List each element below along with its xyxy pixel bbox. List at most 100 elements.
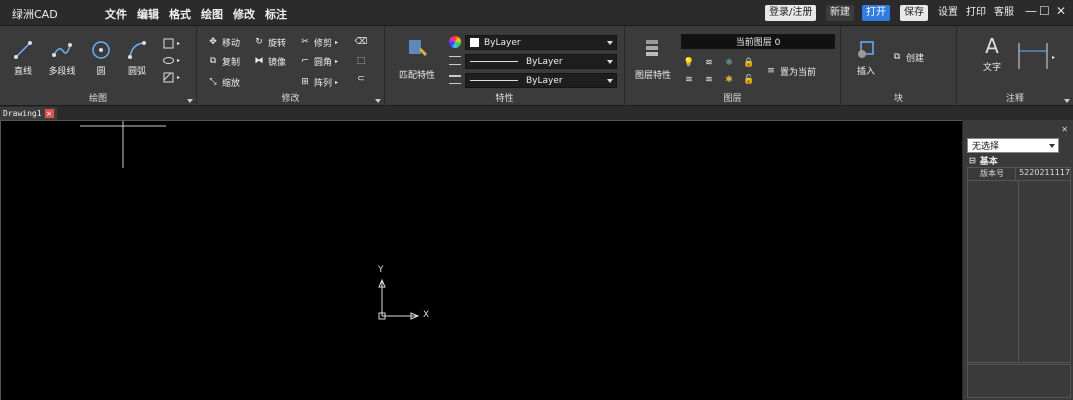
rotate-tool[interactable]: ↻ 旋转 xyxy=(253,35,286,49)
insert-label: 插入 xyxy=(856,67,875,77)
properties-close-icon[interactable]: ✕ xyxy=(1061,125,1068,134)
dimension-tool[interactable]: ▸ xyxy=(1017,42,1055,72)
layer-unlock-icon[interactable]: 🔓 xyxy=(743,73,755,87)
trim-tool[interactable]: ✂ 修剪 ▸ xyxy=(299,35,338,49)
layers-icon xyxy=(633,36,673,60)
layer-match-icon[interactable]: ≋ xyxy=(703,73,715,87)
selection-dropdown[interactable]: 无选择 xyxy=(967,138,1059,153)
move-tool[interactable]: ✥ 移动 xyxy=(207,35,240,49)
color-wheel-icon xyxy=(449,36,461,48)
circle-tool[interactable]: 圆 xyxy=(84,38,118,77)
polyline-icon xyxy=(45,38,79,62)
set-current-layer-button[interactable]: ≡ 置为当前 xyxy=(765,64,816,78)
rectangle-icon xyxy=(162,37,174,49)
layer-walk-icon[interactable]: ≋ xyxy=(683,73,695,87)
collapse-icon[interactable]: ⊟ xyxy=(969,156,976,165)
menu-dimension[interactable]: 标注 xyxy=(260,6,292,22)
arc-tool[interactable]: 圆弧 xyxy=(120,38,154,77)
rectangle-tool[interactable]: ▸ xyxy=(162,36,180,50)
array-tool[interactable]: ⊞ 阵列 ▸ xyxy=(299,75,338,89)
table-row: 版本号 5220211117 xyxy=(968,168,1070,181)
linetype-dropdown[interactable]: ByLayer xyxy=(465,54,617,69)
properties-panel-label: 特性 xyxy=(495,94,514,104)
menu-file[interactable]: 文件 xyxy=(100,6,132,22)
rotate-icon: ↻ xyxy=(255,37,263,47)
block-panel-label: 块 xyxy=(893,94,903,104)
lineweight-preview xyxy=(470,80,518,81)
ucs-icon xyxy=(378,278,420,320)
close-tab-icon[interactable]: ✕ xyxy=(44,109,54,118)
match-properties-icon xyxy=(397,36,437,60)
hatch-tool[interactable]: ▸ xyxy=(162,70,180,84)
circle-label: 圆 xyxy=(96,67,106,77)
description-box xyxy=(967,364,1071,398)
copy-label: 复制 xyxy=(222,57,241,68)
save-button[interactable]: 保存 xyxy=(900,5,928,21)
block-panel: 插入 ⧉ 创建 块 xyxy=(841,26,957,106)
arc-icon xyxy=(120,38,154,62)
copy-tool[interactable]: ⧉ 复制 xyxy=(207,54,240,68)
fillet-label: 圆角 xyxy=(314,57,333,68)
selection-value: 无选择 xyxy=(972,142,1000,152)
support-button[interactable]: 客服 xyxy=(990,5,1018,21)
text-tool[interactable]: A 文字 xyxy=(975,34,1009,73)
ribbon: 直线 多段线 圆 圆弧 ▸ ▸ ▸ 绘图 ✥ 移动 ↻ 旋转 ✂ 修剪 ▸ ⌫ ⧉ 复制 … xyxy=(0,26,1073,106)
layer-lock-icon[interactable]: 🔒 xyxy=(743,56,755,70)
menu-modify[interactable]: 修改 xyxy=(228,6,260,22)
chevron-down-icon xyxy=(607,79,613,83)
x-axis-label: X xyxy=(423,310,430,320)
tab-drawing1[interactable]: Drawing1 ✕ xyxy=(0,107,57,120)
layers-panel-label: 图层 xyxy=(723,94,742,104)
erase-tool[interactable]: ⌫ xyxy=(355,35,368,49)
modify-panel-expand-icon[interactable] xyxy=(375,99,381,103)
color-dropdown[interactable]: ByLayer xyxy=(465,35,617,50)
minimize-icon[interactable]: — xyxy=(1025,4,1037,18)
current-layer-dropdown[interactable]: 当前图层 0 xyxy=(681,34,835,49)
match-properties-tool[interactable]: 匹配特性 xyxy=(397,36,437,81)
drawing-canvas[interactable]: Y X xyxy=(0,120,962,400)
menu-edit[interactable]: 编辑 xyxy=(132,6,164,22)
scale-tool[interactable]: ⤡ 缩放 xyxy=(207,75,240,89)
layer-thaw-icon[interactable]: ✱ xyxy=(723,73,735,87)
dimension-icon xyxy=(1017,41,1049,74)
offset-tool[interactable]: ⊂ xyxy=(355,72,367,86)
properties-panel: 匹配特性 ByLayer ByLayer ByLayer 特性 xyxy=(385,26,625,106)
layer-on-icon[interactable]: 💡 xyxy=(683,56,695,70)
fillet-tool[interactable]: ⌐ 圆角 ▸ xyxy=(299,54,338,68)
chevron-down-icon xyxy=(607,41,613,45)
lineweight-value: ByLayer xyxy=(526,75,563,86)
close-icon[interactable]: ✕ xyxy=(1056,4,1066,18)
polyline-tool[interactable]: 多段线 xyxy=(45,38,79,77)
print-button[interactable]: 打印 xyxy=(962,5,990,21)
document-tab-bar: Drawing1 ✕ xyxy=(0,106,1073,120)
maximize-icon[interactable]: ☐ xyxy=(1039,4,1050,18)
draw-panel-expand-icon[interactable] xyxy=(187,99,193,103)
layers-panel: 图层特性 当前图层 0 💡 ≋ ❄ 🔒 ≋ ≋ ✱ 🔓 ≡ 置为当前 图层 xyxy=(625,26,841,106)
mirror-tool[interactable]: ⧓ 镜像 xyxy=(253,54,287,68)
settings-button[interactable]: 设置 xyxy=(934,5,962,21)
properties-sidebar: ✕ 无选择 ⊟ 基本 版本号 5220211117 xyxy=(962,120,1073,400)
line-label: 直线 xyxy=(13,67,32,77)
fillet-icon: ⌐ xyxy=(301,56,309,66)
layer-properties-tool[interactable]: 图层特性 xyxy=(633,36,673,81)
menu-format[interactable]: 格式 xyxy=(164,6,196,22)
create-block-icon: ⧉ xyxy=(893,52,901,62)
layer-freeze-icon[interactable]: ❄ xyxy=(723,56,735,70)
basic-group-header[interactable]: ⊟ 基本 xyxy=(969,154,998,167)
menu-draw[interactable]: 绘图 xyxy=(196,6,228,22)
chevron-down-icon xyxy=(1049,144,1055,148)
open-button[interactable]: 打开 xyxy=(862,5,890,21)
create-block-button[interactable]: ⧉ 创建 xyxy=(891,50,924,64)
linetype-icon xyxy=(449,56,461,65)
rotate-label: 旋转 xyxy=(268,38,287,49)
array-icon: ⊞ xyxy=(301,77,309,87)
line-tool[interactable]: 直线 xyxy=(6,38,40,77)
login-button[interactable]: 登录/注册 xyxy=(765,5,817,21)
explode-tool[interactable]: ⬚ xyxy=(355,54,367,68)
new-button[interactable]: 新建 xyxy=(826,5,854,21)
annotation-panel-expand-icon[interactable] xyxy=(1064,99,1070,103)
layer-isolate-icon[interactable]: ≋ xyxy=(703,56,715,70)
ellipse-tool[interactable]: ▸ xyxy=(162,53,180,67)
insert-block-tool[interactable]: 插入 xyxy=(849,38,883,77)
lineweight-dropdown[interactable]: ByLayer xyxy=(465,73,617,88)
